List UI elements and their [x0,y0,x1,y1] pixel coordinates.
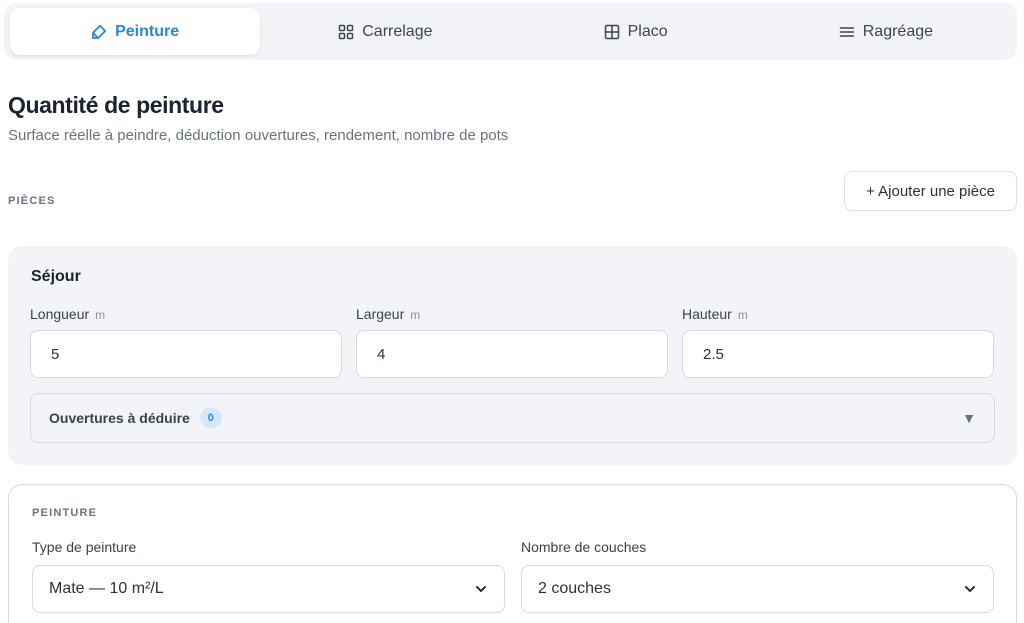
add-room-button[interactable]: + Ajouter une pièce [844,171,1017,211]
tab-bar: Peinture Carrelage Placo Ragréage [4,3,1017,60]
lines-icon [839,26,854,37]
paint-type-value: Mate — 10 m²/L [49,580,164,597]
tab-label: Carrelage [362,22,433,40]
paint-section-label: PEINTURE [32,507,98,519]
coats-field: Nombre de couches 2 couches [521,539,994,613]
grid-icon [338,24,354,39]
chevron-down-icon [965,586,975,592]
paint-type-label: Type de peinture [32,539,137,555]
paint-type-select[interactable]: Mate — 10 m²/L [32,565,505,613]
length-label: Longueur [30,306,90,322]
tab-carrelage[interactable]: Carrelage [260,8,510,55]
paint-tag-icon [92,24,107,39]
room-name: Séjour [31,268,81,285]
chevron-down-icon [476,586,486,592]
tab-peinture[interactable]: Peinture [10,8,261,55]
tab-label: Peinture [115,22,180,40]
panel-icon [604,24,619,39]
width-label: Largeur [356,306,405,322]
caret-down-icon: ▼ [962,410,976,426]
width-input[interactable] [356,330,668,378]
height-input[interactable] [682,330,994,378]
room-card: Séjour Longueur m Largeur m Hauteur m Ou… [8,246,1017,465]
openings-accordion[interactable]: Ouvertures à déduire 0 ▼ [30,393,995,443]
coats-select[interactable]: 2 couches [521,565,994,613]
length-unit: m [95,308,106,322]
coats-label: Nombre de couches [521,539,647,555]
tab-placo[interactable]: Placo [511,8,761,55]
paint-card: PEINTURE Type de peinture Mate — 10 m²/L… [8,484,1017,623]
height-unit: m [737,308,748,322]
page-title: Quantité de peinture [8,92,224,118]
width-unit: m [410,308,421,322]
height-label: Hauteur [682,306,732,322]
length-input[interactable] [30,330,342,378]
tab-label: Placo [627,22,668,40]
width-field: Largeur m [356,306,668,378]
pieces-section-label: PIÈCES [8,195,56,207]
openings-label: Ouvertures à déduire [49,410,190,426]
height-field: Hauteur m [682,306,994,378]
tab-label: Ragréage [862,22,934,40]
paint-type-field: Type de peinture Mate — 10 m²/L [32,539,505,613]
tab-ragreage[interactable]: Ragréage [761,8,1011,55]
length-field: Longueur m [30,306,342,378]
page-subtitle: Surface réelle à peindre, déduction ouve… [8,127,509,144]
openings-count-badge: 0 [199,408,222,428]
coats-value: 2 couches [538,580,611,597]
